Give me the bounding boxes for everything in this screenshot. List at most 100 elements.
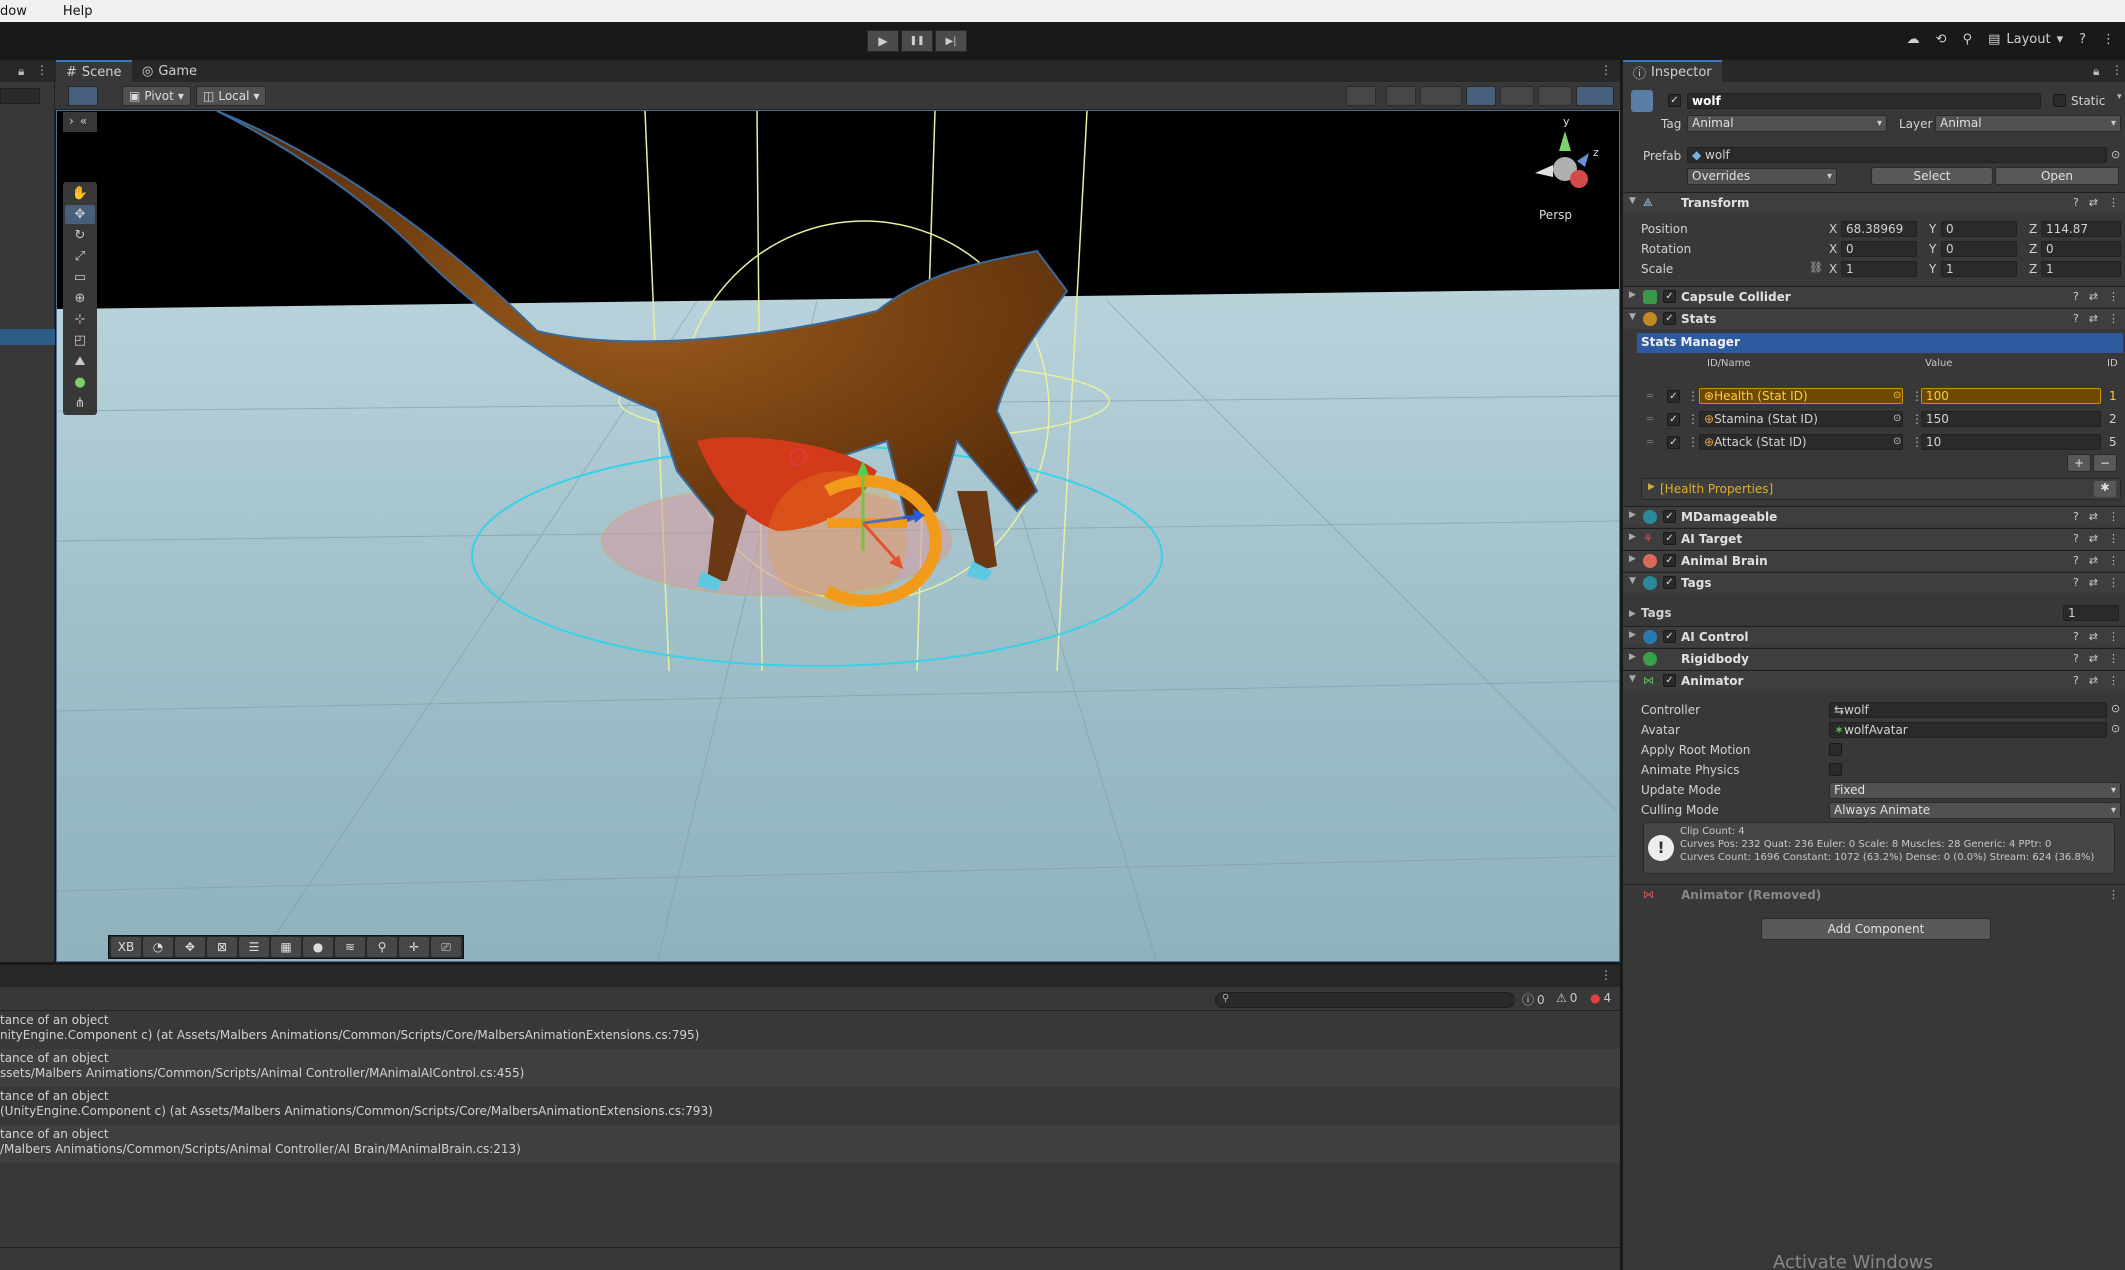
help-icon[interactable]: ?	[2073, 290, 2079, 303]
search-icon[interactable]: ⚲	[1963, 32, 1973, 47]
layers-icon[interactable]: ≋	[335, 937, 365, 957]
object-name-field[interactable]: wolf	[1687, 93, 2041, 109]
lock-icon[interactable]: 🔒︎	[18, 64, 24, 79]
more-icon[interactable]: ⋮	[1687, 412, 1699, 426]
rotation-z-field[interactable]: 0	[2041, 241, 2121, 257]
more-icon[interactable]: ⋮	[2108, 510, 2119, 523]
more-icon[interactable]: ⋮	[1687, 435, 1699, 449]
compass-icon[interactable]: ◔	[143, 937, 173, 957]
open-button[interactable]: Open	[1995, 167, 2119, 185]
preset-icon[interactable]: ⇄	[2089, 532, 2098, 545]
help-icon[interactable]: ?	[2073, 576, 2079, 589]
preset-icon[interactable]: ⇄	[2089, 630, 2098, 643]
avatar-field[interactable]: ✶wolfAvatar	[1829, 722, 2107, 738]
rigidbody-header[interactable]: ▶ Rigidbody ? ⇄ ⋮	[1623, 648, 2125, 669]
play-button[interactable]: ▶	[867, 30, 899, 52]
more-icon[interactable]: ⋮	[2108, 674, 2119, 687]
menu-window[interactable]: dow	[0, 4, 35, 19]
ai-target-header[interactable]: ▶ ⚘ ✓ AI Target ? ⇄ ⋮	[1623, 528, 2125, 549]
chevron-right-icon[interactable]: ›	[69, 114, 74, 130]
object-picker-icon[interactable]: ⊙	[2111, 702, 2120, 715]
component-enabled-checkbox[interactable]: ✓	[1663, 510, 1676, 523]
component-enabled-checkbox[interactable]: ✓	[1663, 576, 1676, 589]
stat-id-field[interactable]: ⊕Stamina (Stat ID)	[1699, 411, 1903, 427]
select-button[interactable]: Select	[1871, 167, 1993, 185]
tag-dropdown[interactable]: Animal	[1687, 115, 1887, 132]
info-count[interactable]: ⓘ 0	[1522, 991, 1545, 1008]
view-cube-icon[interactable]	[68, 86, 98, 106]
menu-help[interactable]: Help	[63, 4, 101, 19]
scene-render[interactable]: y z Persp	[57, 111, 1620, 962]
more-icon[interactable]: ⋮	[2108, 652, 2119, 665]
stat-value-field[interactable]: 10	[1921, 434, 2101, 450]
component-enabled-checkbox[interactable]: ✓	[1663, 312, 1676, 325]
preset-icon[interactable]: ⇄	[2089, 290, 2098, 303]
move-tool-icon[interactable]: ✥	[65, 205, 95, 224]
component-enabled-checkbox[interactable]: ✓	[1663, 532, 1676, 545]
draw-mode-icon[interactable]	[1420, 86, 1462, 106]
preset-icon[interactable]: ⇄	[2089, 312, 2098, 325]
log-entry[interactable]: tance of an object ssets/Malbers Animatio…	[0, 1049, 1620, 1087]
audio-icon[interactable]	[1346, 86, 1376, 106]
tab-scene[interactable]: # Scene	[56, 60, 132, 82]
more-icon[interactable]: ⋮	[1687, 389, 1699, 403]
drag-handle-icon[interactable]: ═	[1647, 391, 1653, 402]
more-icon[interactable]: ⋮	[1600, 968, 1612, 982]
mdamageable-header[interactable]: ▶ ✓ MDamageable ? ⇄ ⋮	[1623, 506, 2125, 527]
bug-icon[interactable]: ✱	[2094, 481, 2116, 497]
component-enabled-checkbox[interactable]: ✓	[1663, 674, 1676, 687]
controller-field[interactable]: ⇆wolf	[1829, 702, 2107, 718]
capsule-collider-header[interactable]: ▶ ✓ Capsule Collider ? ⇄ ⋮	[1623, 286, 2125, 307]
help-icon[interactable]: ?	[2073, 312, 2079, 325]
more-icon[interactable]: ⋮	[2108, 888, 2119, 901]
active-checkbox[interactable]: ✓	[1668, 94, 1681, 107]
object-picker-icon[interactable]: ⊙	[1893, 436, 1901, 447]
collapse-icon[interactable]: «	[80, 114, 87, 130]
align-icon[interactable]: ☰	[239, 937, 269, 957]
component-enabled-checkbox[interactable]: ✓	[1663, 630, 1676, 643]
add-stat-button[interactable]: +	[2067, 454, 2091, 472]
scene-viewport[interactable]: y z Persp	[56, 110, 1620, 962]
fx-icon[interactable]	[1386, 86, 1416, 106]
culling-mode-dropdown[interactable]: Always Animate	[1829, 802, 2121, 819]
position-z-field[interactable]: 114.87	[2041, 221, 2121, 237]
pause-button[interactable]: ❚❚	[901, 30, 933, 52]
help-icon[interactable]: ?	[2073, 630, 2079, 643]
add-component-button[interactable]: Add Component	[1761, 918, 1991, 940]
layout-dropdown[interactable]: ▤ Layout ▾	[1988, 32, 2063, 47]
help-icon[interactable]: ?	[2073, 532, 2079, 545]
rotation-x-field[interactable]: 0	[1841, 241, 1917, 257]
stats-header[interactable]: ▼ ✓ Stats ? ⇄ ⋮	[1623, 308, 2125, 329]
stat-enabled-checkbox[interactable]: ✓	[1667, 436, 1680, 449]
preset-icon[interactable]: ⇄	[2089, 652, 2098, 665]
component-enabled-checkbox[interactable]: ✓	[1663, 290, 1676, 303]
scale-x-field[interactable]: 1	[1841, 261, 1917, 277]
tags-count-field[interactable]: 1	[2063, 605, 2119, 621]
more-icon[interactable]: ⋮	[2108, 576, 2119, 589]
help-icon[interactable]: ?	[2073, 554, 2079, 567]
preset-icon[interactable]: ⇄	[2089, 510, 2098, 523]
component-enabled-checkbox[interactable]: ✓	[1663, 554, 1676, 567]
link-icon[interactable]: ⛓	[1809, 261, 1823, 274]
hand-tool-icon[interactable]: ✋	[65, 184, 95, 203]
xb-button[interactable]: XB	[111, 937, 141, 957]
terrain-tool-icon[interactable]: ⛰	[65, 352, 95, 371]
stat-value-field[interactable]: 100	[1921, 388, 2101, 404]
local-dropdown[interactable]: ◫ Local ▾	[196, 86, 267, 106]
animal-brain-header[interactable]: ▶ ✓ Animal Brain ? ⇄ ⋮	[1623, 550, 2125, 571]
more-icon[interactable]: ⋮	[2108, 532, 2119, 545]
animator-removed-header[interactable]: ⋈ Animator (Removed) ⋮	[1623, 884, 2125, 905]
update-mode-dropdown[interactable]: Fixed	[1829, 782, 2121, 799]
preset-icon[interactable]: ⇄	[2089, 196, 2098, 209]
preset-icon[interactable]: ⇄	[2089, 576, 2098, 589]
object-picker-icon[interactable]: ⊙	[1893, 390, 1901, 401]
more-icon[interactable]: ⋮	[1600, 63, 1612, 77]
more-icon[interactable]: ⋮	[2108, 554, 2119, 567]
camera-icon[interactable]	[1538, 86, 1572, 106]
step-button[interactable]: ▶|	[935, 30, 967, 52]
stat-enabled-checkbox[interactable]: ✓	[1667, 390, 1680, 403]
console-search-input[interactable]: ⚲	[1215, 992, 1515, 1008]
stat-id-field[interactable]: ⊕Health (Stat ID)	[1699, 388, 1903, 404]
object-picker-icon[interactable]: ⊙	[2111, 722, 2120, 735]
rect-tool-icon[interactable]: ▭	[65, 268, 95, 287]
